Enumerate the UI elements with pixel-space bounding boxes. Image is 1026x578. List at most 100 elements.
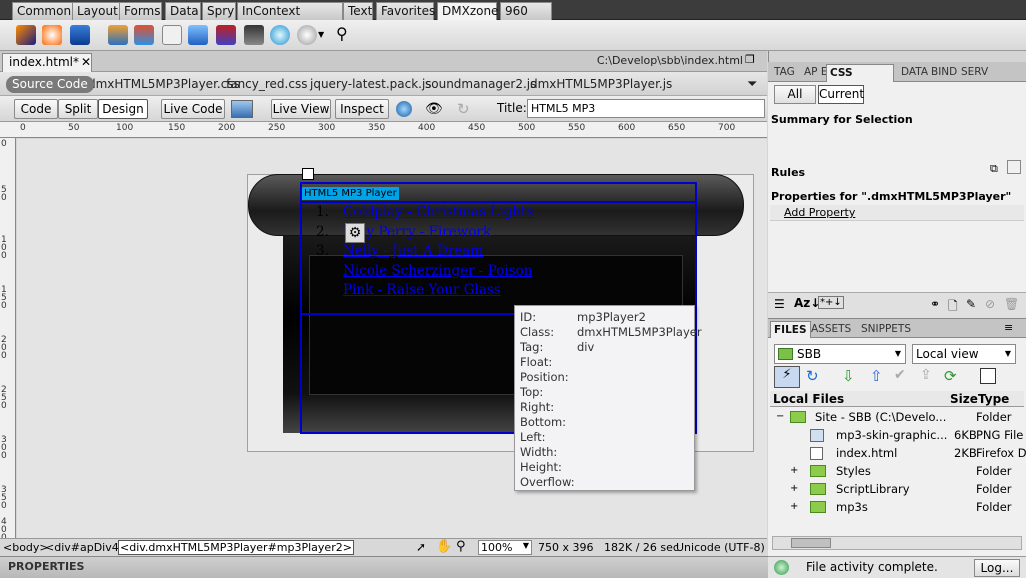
track-link[interactable]: Katy Perry - Firework: [343, 224, 491, 240]
tab-server[interactable]: SERV: [958, 64, 991, 82]
table-row[interactable]: + Styles Folder: [770, 462, 1024, 480]
code-view-button[interactable]: Code: [14, 99, 58, 119]
tree-toggle[interactable]: +: [790, 480, 798, 498]
tab-forms[interactable]: Forms: [119, 2, 162, 20]
track-link[interactable]: Coldplay - Christmas Lights: [343, 204, 533, 220]
trash-icon[interactable]: 🗑: [1004, 297, 1019, 311]
tab-data[interactable]: Data: [165, 2, 201, 20]
pointer-tool-icon[interactable]: ➚: [416, 540, 426, 554]
table-row[interactable]: − Site - SBB (C:\Develo... Folder: [770, 408, 1024, 426]
related-file[interactable]: dmxHTML5MP3Player.css: [88, 77, 240, 91]
search-icon[interactable]: ⚲: [336, 24, 348, 43]
related-file[interactable]: soundmanager2.js: [425, 77, 536, 91]
view-select[interactable]: Local view ▼: [912, 344, 1016, 364]
tab-bindings[interactable]: BIND: [928, 64, 960, 82]
tab-tag[interactable]: TAG: [771, 64, 798, 82]
chevron-down-icon[interactable]: ▼: [318, 30, 324, 39]
new-rule-icon[interactable]: 🗋: [948, 297, 958, 318]
tab-common[interactable]: Common: [12, 2, 78, 20]
tree-toggle[interactable]: +: [790, 498, 798, 516]
refresh-icon[interactable]: ↻: [806, 367, 819, 385]
video-tool-icon[interactable]: [244, 25, 264, 45]
panel-menu-icon[interactable]: ≡: [1004, 321, 1013, 334]
horizontal-scrollbar[interactable]: [772, 536, 1022, 550]
list-item[interactable]: 1. Coldplay - Christmas Lights: [316, 203, 533, 223]
zoom-select[interactable]: 100% ▼: [478, 540, 532, 555]
tag-selector-selected[interactable]: <div.dmxHTML5MP3Player#mp3Player2>: [118, 540, 354, 555]
synchronize-icon[interactable]: ⟳: [944, 367, 957, 385]
restore-window-icon[interactable]: ❐: [745, 53, 755, 66]
tree-toggle[interactable]: +: [790, 462, 798, 480]
visual-aids-icon[interactable]: 👁: [425, 101, 443, 117]
edit-rule-icon[interactable]: ✎: [966, 297, 976, 311]
rule-icon[interactable]: ⧉: [990, 162, 998, 176]
div-handle[interactable]: [302, 168, 314, 180]
tag-selector-body[interactable]: <body>: [3, 541, 49, 554]
scrollbar-thumb[interactable]: [791, 538, 831, 548]
add-property-link[interactable]: Add Property: [784, 206, 855, 219]
related-file[interactable]: jquery-latest.pack.js: [310, 77, 432, 91]
tab-960-grid[interactable]: 960 Grid: [500, 2, 552, 34]
tab-files[interactable]: FILES: [770, 321, 811, 339]
tab-snippets[interactable]: SNIPPETS: [858, 321, 914, 339]
expand-panel-icon[interactable]: [980, 368, 996, 384]
script-marker-icon[interactable]: ⚙: [345, 223, 365, 243]
list-item[interactable]: 3. Nelly - Just A Dream: [316, 242, 533, 262]
title-input[interactable]: [527, 99, 765, 118]
inspect-button[interactable]: Inspect: [335, 99, 389, 119]
current-mode-button[interactable]: Current: [818, 85, 864, 104]
track-link[interactable]: Nelly - Just A Dream: [343, 243, 483, 259]
check-browser-icon[interactable]: [231, 100, 253, 118]
tab-css-styles[interactable]: CSS STYLES: [826, 64, 894, 95]
dmx-tool-icon[interactable]: [16, 25, 36, 45]
filter-icon[interactable]: ⏷: [747, 77, 757, 92]
tab-dmxzone[interactable]: DMXzone: [437, 2, 498, 20]
document-tool-icon[interactable]: [162, 25, 182, 45]
zoom-tool-icon[interactable]: ⚲: [456, 539, 466, 554]
document-tab[interactable]: index.html* ✕: [2, 53, 92, 72]
tab-assets[interactable]: ASSETS: [808, 321, 854, 339]
tree-toggle[interactable]: −: [776, 408, 784, 426]
design-view-button[interactable]: Design: [98, 99, 148, 119]
tab-data[interactable]: DATA: [898, 64, 931, 82]
related-file[interactable]: fancy_red.css: [226, 77, 307, 91]
track-link[interactable]: Nicole Scherzinger - Poison: [343, 263, 532, 279]
set-properties-icon[interactable]: *+↓: [818, 296, 844, 309]
audio-tool-icon[interactable]: [297, 25, 317, 45]
hand-tool-icon[interactable]: ✋: [436, 539, 452, 554]
column-header-size[interactable]: Size: [950, 392, 978, 406]
live-view-button[interactable]: Live View: [271, 99, 331, 119]
live-code-button[interactable]: Live Code: [161, 99, 225, 119]
table-row[interactable]: mp3-skin-graphic... 6KB PNG File: [770, 426, 1024, 444]
related-file[interactable]: dmxHTML5MP3Player.js: [530, 77, 672, 91]
log-button[interactable]: Log...: [974, 559, 1020, 577]
globe-icon[interactable]: [396, 101, 412, 117]
checkin-icon[interactable]: ⇪: [920, 367, 932, 383]
column-header-name[interactable]: Local Files: [773, 392, 844, 406]
checkout-icon[interactable]: ✔: [894, 367, 906, 383]
source-code-button[interactable]: Source Code: [6, 76, 94, 93]
tag-selector-div[interactable]: <div#apDiv4>: [45, 541, 128, 554]
get-files-icon[interactable]: ⇩: [842, 367, 855, 385]
cascade-icon[interactable]: [1007, 160, 1021, 174]
list-item[interactable]: Nicole Scherzinger - Poison: [316, 262, 533, 282]
category-view-icon[interactable]: ☰: [774, 297, 785, 311]
div-label[interactable]: HTML5 MP3 Player: [302, 187, 399, 200]
track-link[interactable]: Pink - Raise Your Glass: [343, 282, 501, 298]
all-mode-button[interactable]: All: [774, 85, 816, 104]
column-header-type[interactable]: Type: [978, 392, 1009, 406]
sort-az-icon[interactable]: Az↓: [794, 296, 820, 310]
refresh-icon[interactable]: ↻: [457, 100, 470, 118]
list-item[interactable]: Pink - Raise Your Glass: [316, 281, 533, 301]
media-tool-icon[interactable]: [70, 25, 90, 45]
tab-favorites[interactable]: Favorites: [376, 2, 435, 20]
tab-layout[interactable]: Layout: [72, 2, 120, 20]
disable-icon[interactable]: ⊘: [985, 297, 995, 311]
slideshow-tool-icon[interactable]: [216, 25, 236, 45]
split-view-button[interactable]: Split: [58, 99, 98, 119]
menu-tool-icon[interactable]: [108, 25, 128, 45]
feed-tool-icon[interactable]: [42, 25, 62, 45]
window-size[interactable]: 750 x 396: [538, 541, 594, 554]
site-select[interactable]: SBB ▼: [774, 344, 906, 364]
info-tool-icon[interactable]: [270, 25, 290, 45]
